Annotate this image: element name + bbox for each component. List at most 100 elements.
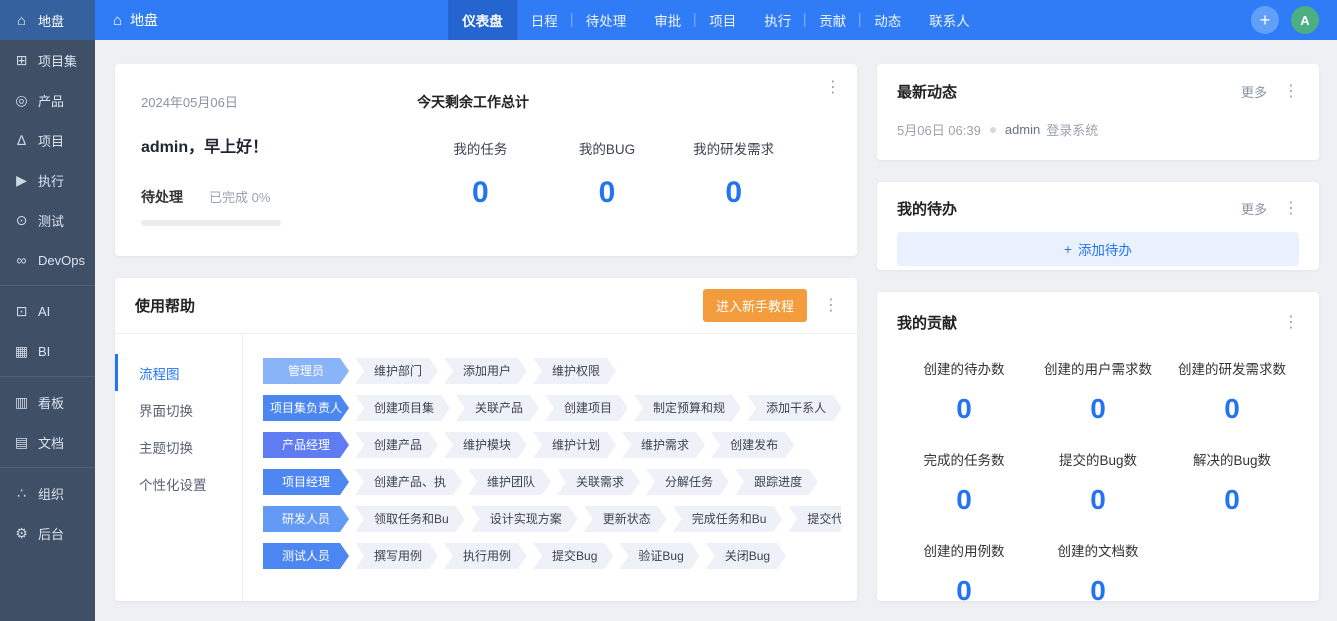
topbar-tab[interactable]: 联系人 (915, 0, 984, 40)
dynamics-list: 5月06日 06:39 admin 登录系统 (897, 120, 1299, 139)
workflow-step[interactable]: 关联产品 (456, 395, 539, 421)
workflow-step[interactable]: 维护计划 (533, 432, 616, 458)
execution-icon: ▶ (14, 172, 29, 189)
workflow-step[interactable]: 创建项目 (545, 395, 628, 421)
help-tab[interactable]: 流程图 (115, 354, 242, 391)
my-todo-card: 我的待办 更多 ⋮ + 添加待办 (877, 182, 1319, 270)
workflow-step[interactable]: 完成任务和Bu (673, 506, 783, 532)
topbar-tab[interactable]: 仪表盘 (448, 0, 517, 40)
sidebar-item[interactable]: ▥ 看板 (0, 382, 95, 422)
more-link[interactable]: 更多 (1241, 82, 1267, 101)
workflow-step[interactable]: 提交Bug (533, 543, 613, 569)
topbar-brand[interactable]: ⌂ 地盘 (95, 10, 176, 30)
topbar-tab[interactable]: 动态 (860, 0, 915, 40)
topbar-tab[interactable]: 审批 (640, 0, 695, 40)
bi-icon: ▦ (14, 343, 29, 360)
sidebar-item[interactable]: ∆ 项目 (0, 120, 95, 160)
kebab-menu-icon[interactable]: ⋮ (1283, 84, 1299, 100)
workflow-step[interactable]: 分解任务 (646, 469, 729, 495)
kanban-icon: ▥ (14, 394, 29, 411)
workflow-step[interactable]: 执行用例 (444, 543, 527, 569)
add-todo-button[interactable]: + 添加待办 (897, 232, 1299, 266)
content-wrapper: ⌂ 地盘 仪表盘 日程 待处理 审批 项目 执行 贡献 动态 联系人 (95, 0, 1337, 621)
stat-value[interactable]: 0 (544, 176, 671, 210)
avatar[interactable]: A (1291, 6, 1319, 34)
topbar-tab[interactable]: 项目 (695, 0, 750, 40)
sidebar-item[interactable]: ▤ 文档 (0, 422, 95, 462)
sidebar-item[interactable]: ⚙ 后台 (0, 513, 95, 553)
admin-icon: ⚙ (14, 525, 29, 542)
workflow-step[interactable]: 设计实现方案 (471, 506, 578, 532)
kebab-menu-icon[interactable]: ⋮ (1283, 201, 1299, 217)
stat-value[interactable]: 0 (670, 176, 797, 210)
workflow-step[interactable]: 撰写用例 (355, 543, 438, 569)
topbar-tab[interactable]: 待处理 (572, 0, 641, 40)
contribution-stat: 创建的用例数 0 (897, 531, 1031, 601)
workflow-step[interactable]: 维护部门 (355, 358, 438, 384)
sidebar-item[interactable]: ▶ 执行 (0, 160, 95, 200)
stat-value[interactable]: 0 (1165, 484, 1299, 516)
workflow-steps: 撰写用例执行用例提交Bug验证Bug 关闭Bug (355, 543, 786, 569)
stat-value[interactable]: 0 (897, 484, 1031, 516)
topbar-tab[interactable]: 执行 (750, 0, 805, 40)
stat-value[interactable]: 0 (1031, 393, 1165, 425)
sidebar-item[interactable]: ∴ 组织 (0, 473, 95, 513)
help-tab[interactable]: 主题切换 (115, 428, 242, 465)
help-tab-label: 界面切换 (139, 400, 193, 420)
sidebar-item[interactable]: ▦ BI (0, 331, 95, 371)
sidebar-item[interactable]: ⊙ 测试 (0, 200, 95, 240)
kebab-menu-icon[interactable]: ⋮ (823, 298, 839, 314)
sidebar-item[interactable]: ⊡ AI (0, 291, 95, 331)
stat-label: 创建的待办数 (897, 358, 1031, 378)
workflow-step[interactable]: 创建产品 (355, 432, 438, 458)
stat-value[interactable]: 0 (897, 393, 1031, 425)
help-tabs: 流程图 界面切换 主题切换 个性化设置 (115, 334, 243, 601)
stat-value[interactable]: 0 (1031, 575, 1165, 601)
stat-value[interactable]: 0 (1031, 484, 1165, 516)
workflow-step[interactable]: 关闭Bug (706, 543, 786, 569)
help-card-title: 使用帮助 (135, 295, 195, 316)
stat-value[interactable]: 0 (1165, 393, 1299, 425)
more-link[interactable]: 更多 (1241, 199, 1267, 218)
workflow-step[interactable]: 关联需求 (557, 469, 640, 495)
workflow-step[interactable]: 更新状态 (584, 506, 667, 532)
topbar-tab[interactable]: 日程 (517, 0, 572, 40)
stat-label: 解决的Bug数 (1165, 449, 1299, 469)
help-tab[interactable]: 个性化设置 (115, 465, 242, 502)
sidebar-item-label: 执行 (38, 171, 64, 190)
workflow-step[interactable]: 创建产品、执 (355, 469, 462, 495)
topbar-tab-label: 项目 (709, 10, 736, 30)
sidebar-item[interactable]: ◎ 产品 (0, 80, 95, 120)
sidebar-item[interactable]: ⊞ 项目集 (0, 40, 95, 80)
latest-dynamics-card: 最新动态 更多 ⋮ 5月06日 06:39 admin 登录系统 (877, 64, 1319, 160)
help-tab[interactable]: 界面切换 (115, 391, 242, 428)
workflow-step[interactable]: 添加用户 (444, 358, 527, 384)
dynamics-action: 登录系统 (1046, 120, 1098, 139)
sidebar-item-label: 看板 (38, 393, 64, 412)
org-icon: ∴ (14, 485, 29, 502)
sidebar-item-label: 后台 (38, 524, 64, 543)
sidebar-item[interactable]: ∞ DevOps (0, 240, 95, 280)
quick-create-button[interactable]: + (1251, 6, 1279, 34)
workflow-step[interactable]: 跟踪进度 (735, 469, 818, 495)
kebab-menu-icon[interactable]: ⋮ (1283, 315, 1299, 331)
workflow-step[interactable]: 维护需求 (622, 432, 705, 458)
workflow-diagram: 管理员 维护部门添加用户维护权限 项目集负责人 创建项目集关联产品创建项目制定预… (243, 334, 857, 601)
workflow-step[interactable]: 制定预算和规 (634, 395, 741, 421)
topbar-tab[interactable]: 贡献 (805, 0, 860, 40)
stat-value[interactable]: 0 (897, 575, 1031, 601)
kebab-menu-icon[interactable]: ⋮ (825, 80, 841, 96)
workflow-step[interactable]: 创建项目集 (355, 395, 450, 421)
workflow-step[interactable]: 创建发布 (711, 432, 794, 458)
workflow-step[interactable]: 维护模块 (444, 432, 527, 458)
workflow-step[interactable]: 添加干系人 (747, 395, 841, 421)
stat-value[interactable]: 0 (417, 176, 544, 210)
workflow-step[interactable]: 提交代码 (788, 506, 841, 532)
workflow-step[interactable]: 维护团队 (468, 469, 551, 495)
workflow-step[interactable]: 验证Bug (619, 543, 699, 569)
tutorial-button[interactable]: 进入新手教程 (703, 289, 807, 322)
workflow-step[interactable]: 领取任务和Bu (355, 506, 465, 532)
workflow-step[interactable]: 维护权限 (533, 358, 616, 384)
dynamics-user[interactable]: admin (1005, 122, 1040, 137)
sidebar-item[interactable]: ⌂ 地盘 (0, 0, 95, 40)
